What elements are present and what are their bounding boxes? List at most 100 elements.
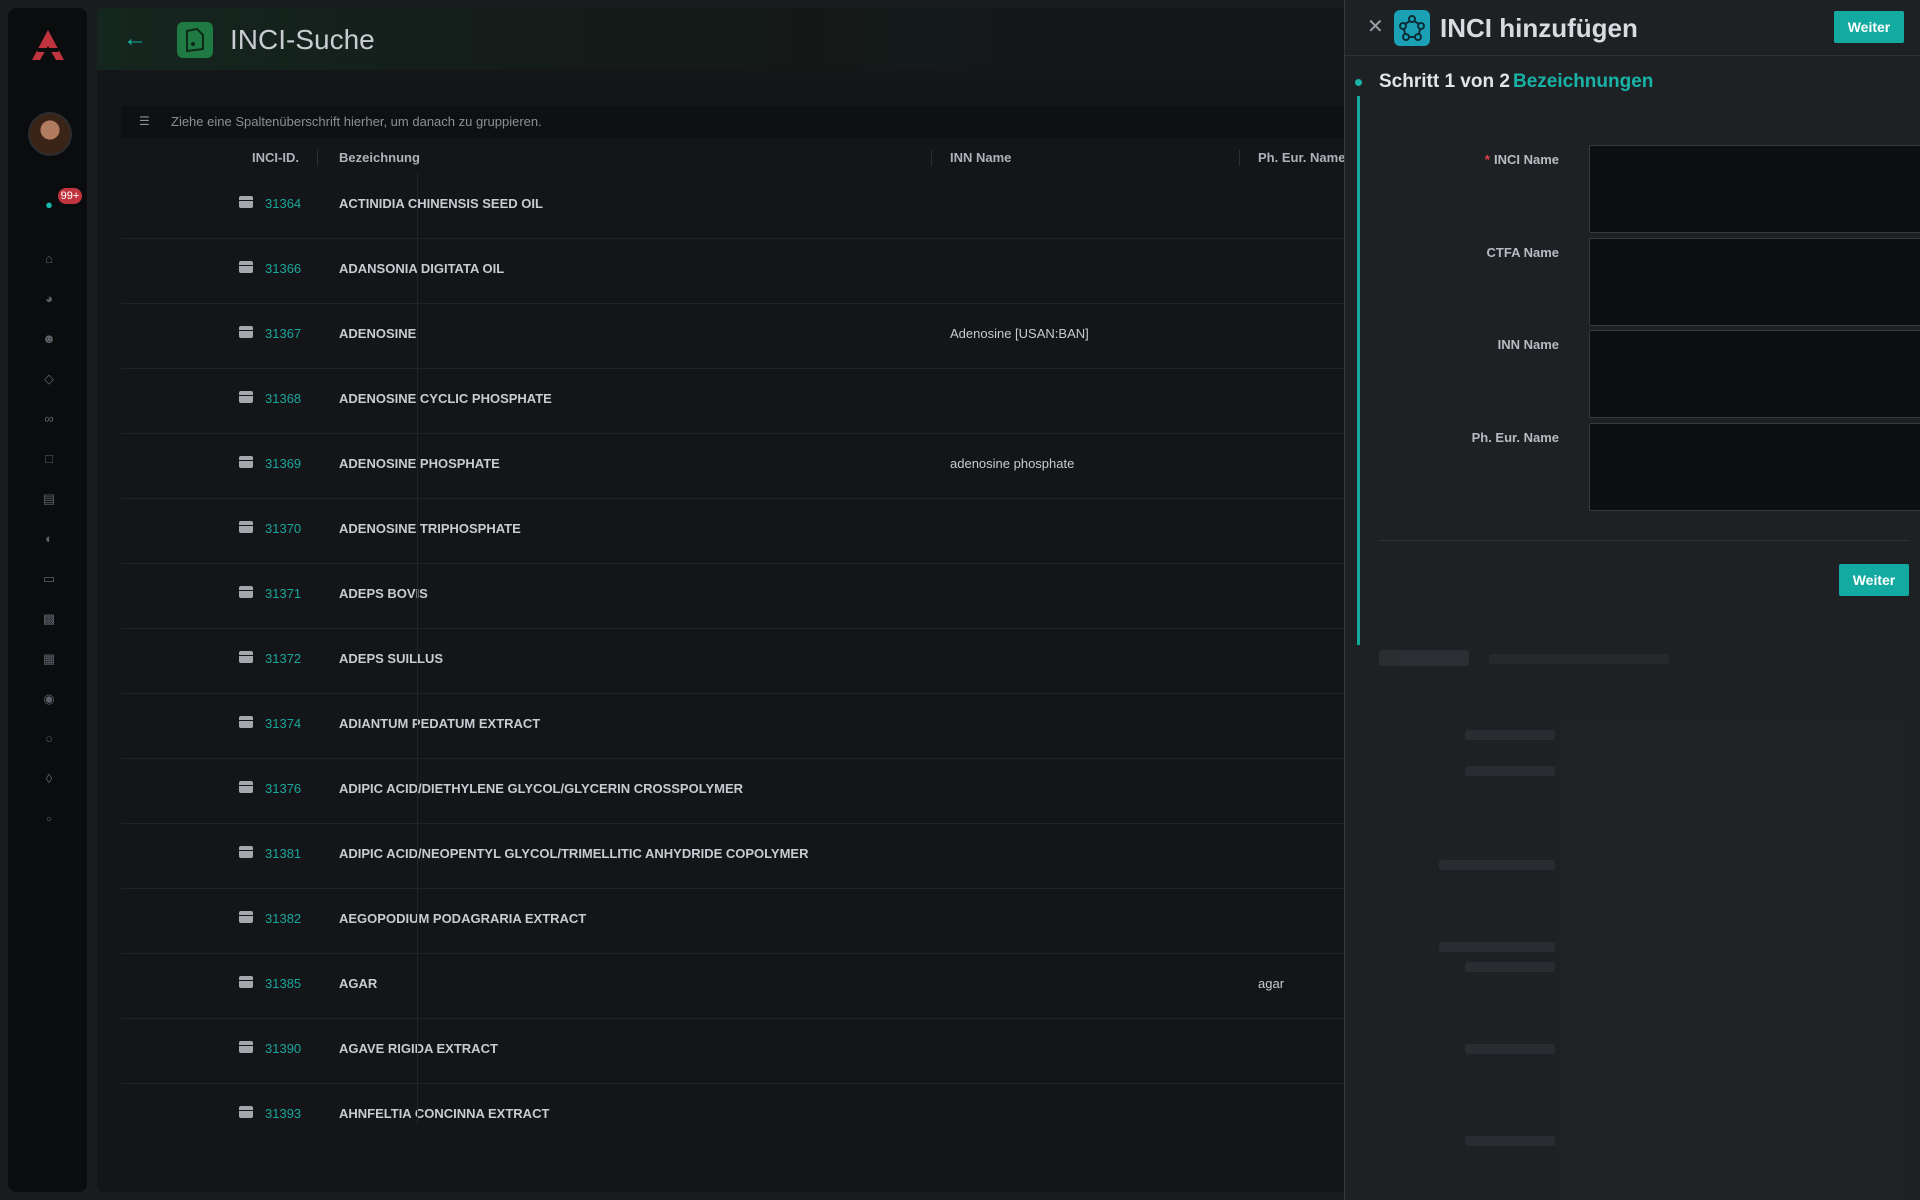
inn-name-cell: Adenosine [USAN:BAN] (950, 326, 1089, 341)
inci-id-link[interactable]: 31381 (265, 846, 301, 861)
table-row[interactable]: 31381 ADIPIC ACID/NEOPENTYL GLYCOL/TRIME… (121, 824, 1387, 889)
left-sidebar: ● 99+ ⌂ ◕ ☻ ◇ ∞ □ ▤ ◐ ▭ ▩ ▦ ◉ ○ ◊ ▫ (8, 8, 87, 1192)
table-row[interactable]: 31385 AGAR agar (121, 954, 1387, 1019)
inci-id-link[interactable]: 31368 (265, 391, 301, 406)
inci-name-cell: ACTINIDIA CHINENSIS SEED OIL (339, 196, 543, 211)
table-row[interactable]: 31390 AGAVE RIGIDA EXTRACT (121, 1019, 1387, 1084)
inci-name-cell: AGAR (339, 976, 378, 991)
required-marker: * (1484, 152, 1490, 167)
inci-id-link[interactable]: 31382 (265, 911, 301, 926)
page-title: INCI-Suche (230, 24, 375, 55)
back-arrow-icon[interactable]: ← (123, 24, 147, 54)
placeholder-bar (1465, 962, 1555, 972)
inci-id-link[interactable]: 31372 (265, 651, 301, 666)
column-header-eur[interactable]: Ph. Eur. Name (1258, 142, 1345, 174)
box-icon (239, 1106, 253, 1118)
shield-icon[interactable]: ○ (41, 731, 57, 747)
placeholder-bar (1465, 766, 1555, 776)
table-row[interactable]: 31374 ADIANTUM PEDATUM EXTRACT (121, 694, 1387, 759)
warehouse-icon[interactable]: ▤ (41, 491, 57, 507)
folder-icon[interactable]: ▭ (41, 571, 57, 587)
table-row[interactable]: 31368 ADENOSINE CYCLIC PHOSPHATE (121, 369, 1387, 434)
box-icon (239, 846, 253, 858)
inci-id-link[interactable]: 31371 (265, 586, 301, 601)
inn-name-input[interactable] (1589, 330, 1920, 418)
table-row[interactable]: 31372 ADEPS SUILLUS (121, 629, 1387, 694)
clipboard-icon[interactable]: □ (41, 451, 57, 467)
inci-id-link[interactable]: 31385 (265, 976, 301, 991)
table-row[interactable]: 31382 AEGOPODIUM PODAGRARIA EXTRACT (121, 889, 1387, 954)
inci-id-link[interactable]: 31366 (265, 261, 301, 276)
inci-id-link[interactable]: 31367 (265, 326, 301, 341)
column-header-name[interactable]: Bezeichnung (339, 142, 420, 174)
inci-id-link[interactable]: 31374 (265, 716, 301, 731)
table-row[interactable]: 31376 ADIPIC ACID/DIETHYLENE GLYCOL/GLYC… (121, 759, 1387, 824)
inci-name-label: * INCI Name (1379, 152, 1559, 167)
column-header-inn[interactable]: INN Name (950, 142, 1011, 174)
inci-name-cell: AHNFELTIA CONCINNA EXTRACT (339, 1106, 550, 1121)
inci-name-cell: AGAVE RIGIDA EXTRACT (339, 1041, 498, 1056)
placeholder-bar (1465, 1136, 1555, 1146)
document-icon[interactable]: ▫ (41, 811, 57, 827)
step-progress-line (1357, 96, 1360, 645)
shield-half-icon[interactable]: ◐ (41, 531, 57, 547)
compass-icon[interactable]: ◕ (41, 291, 57, 307)
box-icon (239, 196, 253, 208)
box-icon (239, 716, 253, 728)
tag-icon[interactable]: ◇ (41, 371, 57, 387)
inci-name-cell: ADIPIC ACID/DIETHYLENE GLYCOL/GLYCERIN C… (339, 781, 744, 796)
ctfa-name-input[interactable] (1589, 238, 1920, 326)
group-panel[interactable]: ☰ Ziehe eine Spaltenüberschrift hierher,… (121, 106, 1387, 138)
grid-container: ☰ Ziehe eine Spaltenüberschrift hierher,… (97, 82, 1387, 1192)
inci-id-link[interactable]: 31376 (265, 781, 301, 796)
box-icon (239, 586, 253, 598)
box-icon (239, 391, 253, 403)
inci-name-cell: ADENOSINE CYCLIC PHOSPHATE (339, 391, 552, 406)
inci-id-link[interactable]: 31393 (265, 1106, 301, 1121)
bell-icon[interactable]: ● (42, 198, 56, 212)
inci-name-cell: ADENOSINE (339, 326, 417, 341)
pin-icon[interactable]: ◉ (41, 691, 57, 707)
column-resizer[interactable] (317, 150, 318, 166)
user-avatar[interactable] (28, 112, 72, 156)
box-icon (239, 521, 253, 533)
table-row[interactable]: 31364 ACTINIDIA CHINENSIS SEED OIL (121, 174, 1387, 239)
home-icon[interactable]: ⌂ (41, 251, 57, 267)
app-logo[interactable] (28, 26, 68, 66)
table-row[interactable]: 31371 ADEPS BOVIS (121, 564, 1387, 629)
id-column-divider (417, 174, 418, 1124)
users-icon[interactable]: ☻ (41, 331, 57, 347)
column-header-id[interactable]: INCI-ID. (252, 142, 299, 174)
inci-id-link[interactable]: 31369 (265, 456, 301, 471)
archive-icon[interactable]: ▦ (41, 651, 57, 667)
next-button-bottom[interactable]: Weiter (1839, 564, 1909, 596)
eur-name-input[interactable] (1589, 423, 1920, 511)
inci-name-cell: ADENOSINE PHOSPHATE (339, 456, 500, 471)
inn-name-label: INN Name (1497, 337, 1559, 352)
placeholder-bar (1439, 860, 1555, 870)
inci-name-cell: ADIPIC ACID/NEOPENTYL GLYCOL/TRIMELLITIC… (339, 846, 809, 861)
table-row[interactable]: 31393 AHNFELTIA CONCINNA EXTRACT (121, 1084, 1387, 1124)
table-body: 31364 ACTINIDIA CHINENSIS SEED OIL 31366… (121, 174, 1387, 1124)
table-row[interactable]: 31366 ADANSONIA DIGITATA OIL (121, 239, 1387, 304)
box-icon (239, 261, 253, 273)
table-row[interactable]: 31367 ADENOSINE Adenosine [USAN:BAN] (121, 304, 1387, 369)
inci-id-link[interactable]: 31370 (265, 521, 301, 536)
inci-id-link[interactable]: 31390 (265, 1041, 301, 1056)
table-row[interactable]: 31369 ADENOSINE PHOSPHATE adenosine phos… (121, 434, 1387, 499)
inci-id-link[interactable]: 31364 (265, 196, 301, 211)
table-header: INCI-ID. Bezeichnung INN Name Ph. Eur. N… (121, 142, 1387, 174)
network-icon[interactable]: ◊ (41, 771, 57, 787)
column-resizer[interactable] (1239, 150, 1240, 166)
inci-name-label-text: INCI Name (1493, 152, 1559, 167)
inci-name-cell: AEGOPODIUM PODAGRARIA EXTRACT (339, 911, 587, 926)
inn-name-cell: adenosine phosphate (950, 456, 1075, 471)
table-row[interactable]: 31370 ADENOSINE TRIPHOSPHATE (121, 499, 1387, 564)
add-inci-drawer: ✕ INCI hinzufügen Weiter Schritt 1 von 2… (1344, 0, 1920, 1200)
layers-icon[interactable]: ▩ (41, 611, 57, 627)
column-resizer[interactable] (931, 150, 932, 166)
link-icon[interactable]: ∞ (41, 411, 57, 427)
box-icon (239, 1041, 253, 1053)
inci-name-input[interactable] (1589, 145, 1920, 233)
inci-name-cell: ADEPS SUILLUS (339, 651, 444, 666)
